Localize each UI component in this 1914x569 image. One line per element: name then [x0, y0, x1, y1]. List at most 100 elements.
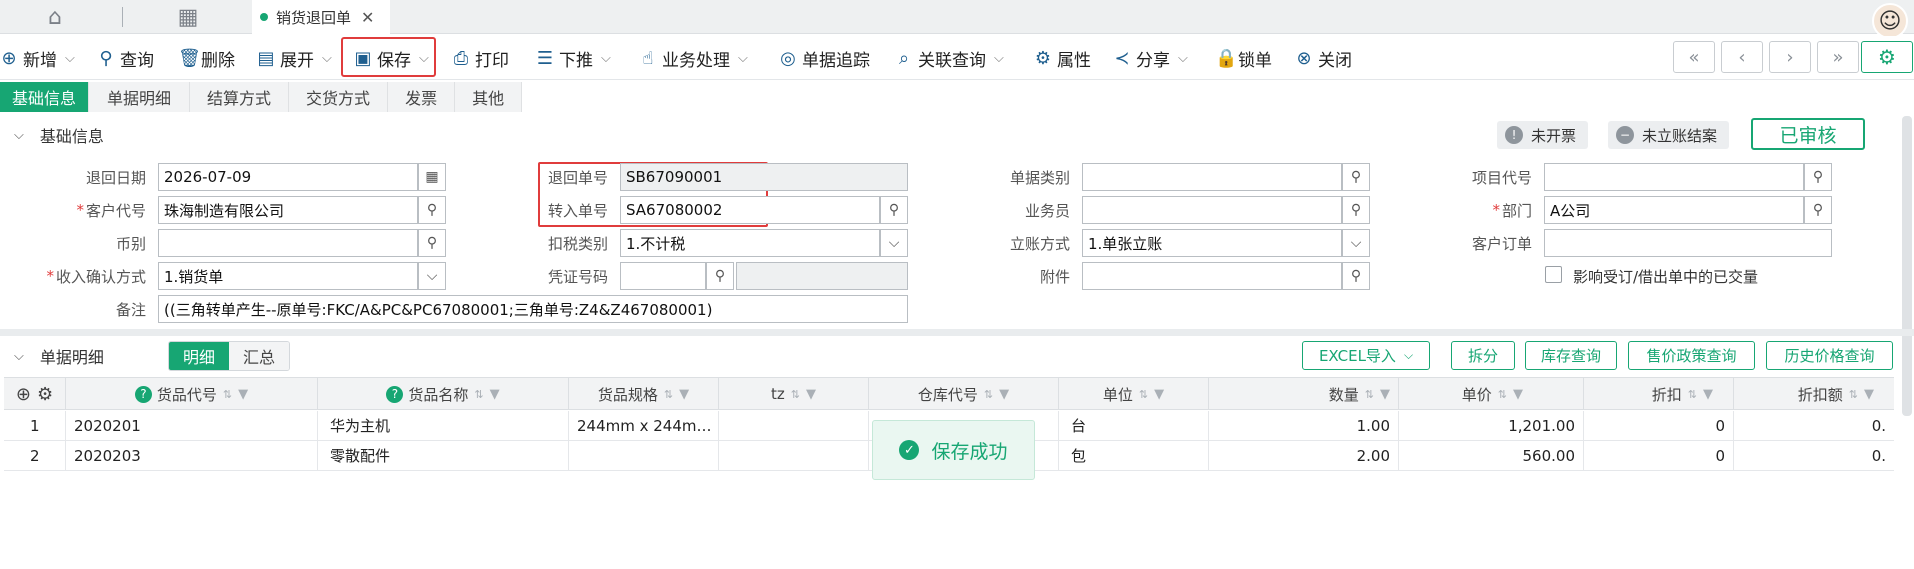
toggle-summary[interactable]: 汇总 [229, 342, 290, 370]
query-button[interactable]: ⚲ 查询 [97, 40, 154, 76]
cell-quantity[interactable]: 2.00 [1209, 441, 1399, 470]
help-icon[interactable]: ? [134, 385, 152, 403]
sort-icon[interactable]: ⇅ [984, 388, 993, 401]
close-button[interactable]: ⊗ 关闭 [1295, 40, 1352, 76]
search-icon[interactable]: ⚲ [418, 196, 446, 224]
lock-button[interactable]: 🔒 锁单 [1215, 40, 1272, 76]
sort-icon[interactable]: ⇅ [474, 388, 483, 401]
col-warehouse[interactable]: 仓库代号 ⇅ ▼ [869, 378, 1059, 410]
return-no-field[interactable]: SB67090001 [620, 163, 908, 191]
sort-icon[interactable]: ⇅ [664, 388, 673, 401]
chevron-down-icon[interactable]: ⌵ [419, 51, 429, 66]
col-quantity[interactable]: 数量 ⇅ ▼ [1209, 378, 1399, 410]
cell-goods-code[interactable]: 2020201 [66, 411, 318, 440]
cell-goods-name[interactable]: 零散配件 [318, 441, 569, 470]
subtab-delivery[interactable]: 交货方式 [289, 82, 389, 112]
prev-record-button[interactable]: ‹ [1721, 41, 1763, 73]
customer-code-field[interactable]: 珠海制造有限公司 [158, 196, 418, 224]
cell-goods-spec[interactable] [569, 441, 719, 470]
return-date-field[interactable]: 2026-07-09 [158, 163, 418, 191]
delete-button[interactable]: 🗑 删除 [178, 40, 235, 76]
print-button[interactable]: ⎙ 打印 [452, 40, 509, 76]
cell-discount[interactable]: 0 [1584, 441, 1734, 470]
push-button[interactable]: ☰ 下推 ⌵ [536, 40, 611, 76]
split-button[interactable]: 拆分 [1451, 341, 1515, 370]
filter-icon[interactable]: ▼ [806, 387, 816, 402]
related-query-button[interactable]: ⌕ 关联查询 ⌵ [895, 40, 1004, 76]
search-icon[interactable]: ⚲ [1804, 196, 1832, 224]
chevron-down-icon[interactable]: ⌵ [418, 262, 446, 290]
properties-button[interactable]: ⚙ 属性 [1034, 40, 1091, 76]
sort-icon[interactable]: ⇅ [1365, 388, 1374, 401]
income-confirm-select[interactable]: 1.销货单 [158, 262, 418, 290]
cell-unit[interactable]: 台 [1059, 411, 1209, 440]
voucher-no-field[interactable] [620, 262, 706, 290]
account-method-select[interactable]: 1.单张立账 [1082, 229, 1342, 257]
price-policy-button[interactable]: 售价政策查询 [1628, 341, 1755, 370]
search-icon[interactable]: ⚲ [418, 229, 446, 257]
col-goods-spec[interactable]: 货品规格 ⇅ ▼ [569, 378, 719, 410]
remark-field[interactable]: ((三角转单产生--原单号:FKC/A&PC&PC67080001;三角单号:Z… [158, 295, 908, 323]
filter-icon[interactable]: ▼ [1513, 387, 1523, 402]
transfer-no-field[interactable]: SA67080002 [620, 196, 880, 224]
col-discount-amount[interactable]: 折扣额 ⇅ ▼ [1734, 378, 1894, 410]
subtab-basic[interactable]: 基础信息 [0, 82, 90, 112]
trace-button[interactable]: ◎ 单据追踪 [779, 40, 870, 76]
sort-icon[interactable]: ⇅ [791, 388, 800, 401]
gear-icon[interactable]: ⚙ [37, 384, 53, 405]
tab-sales-return[interactable]: 销货退回单 ✕ [252, 0, 390, 34]
col-goods-name[interactable]: ? 货品名称 ⇅ ▼ [318, 378, 569, 410]
calendar-icon[interactable]: ▦ [418, 163, 446, 191]
subtab-settlement[interactable]: 结算方式 [190, 82, 290, 112]
business-button[interactable]: ☝ 业务处理 ⌵ [639, 40, 748, 76]
affect-quantity-checkbox[interactable] [1545, 266, 1562, 283]
cell-unit-price[interactable]: 560.00 [1399, 441, 1584, 470]
col-discount[interactable]: 折扣 ⇅ ▼ [1584, 378, 1734, 410]
chevron-down-icon[interactable]: ⌵ [994, 51, 1004, 66]
next-record-button[interactable]: › [1769, 41, 1811, 73]
chevron-down-icon[interactable]: ⌵ [1342, 229, 1370, 257]
currency-field[interactable] [158, 229, 418, 257]
filter-icon[interactable]: ▼ [238, 387, 248, 402]
subtab-detail[interactable]: 单据明细 [89, 82, 191, 112]
filter-icon[interactable]: ▼ [999, 387, 1009, 402]
search-icon[interactable]: ⚲ [880, 196, 908, 224]
chevron-down-icon[interactable]: ⌵ [14, 349, 24, 364]
cell-tz[interactable] [719, 441, 869, 470]
cell-discount[interactable]: 0 [1584, 411, 1734, 440]
expand-button[interactable]: ▤ 展开 ⌵ [257, 40, 331, 76]
sort-icon[interactable]: ⇅ [1498, 388, 1507, 401]
chevron-down-icon[interactable]: ⌵ [738, 51, 748, 66]
sort-icon[interactable]: ⇅ [1849, 388, 1858, 401]
sort-icon[interactable]: ⇅ [1139, 388, 1148, 401]
tax-type-select[interactable]: 1.不计税 [620, 229, 880, 257]
filter-icon[interactable]: ▼ [490, 387, 500, 402]
search-icon[interactable]: ⚲ [1342, 163, 1370, 191]
new-button[interactable]: ⊕ 新增 ⌵ [0, 40, 74, 76]
cell-goods-spec[interactable]: 244mm x 244m… [569, 411, 719, 440]
cell-discount-amount[interactable]: 0. [1734, 411, 1894, 440]
cell-goods-name[interactable]: 华为主机 [318, 411, 569, 440]
col-goods-code[interactable]: ? 货品代号 ⇅ ▼ [66, 378, 318, 410]
chevron-down-icon[interactable]: ⌵ [1178, 51, 1188, 66]
close-tab-icon[interactable]: ✕ [361, 8, 374, 27]
subtab-invoice[interactable]: 发票 [388, 82, 456, 112]
cell-goods-code[interactable]: 2020203 [66, 441, 318, 470]
cell-tz[interactable] [719, 411, 869, 440]
first-record-button[interactable]: « [1673, 41, 1715, 73]
toggle-detail[interactable]: 明细 [169, 342, 230, 370]
settings-button[interactable]: ⚙ [1861, 41, 1913, 73]
cell-unit[interactable]: 包 [1059, 441, 1209, 470]
apps-tab[interactable]: ▦ [132, 0, 244, 34]
attachment-field[interactable] [1082, 262, 1342, 290]
search-icon[interactable]: ⚲ [1342, 196, 1370, 224]
vertical-scrollbar[interactable] [1902, 116, 1912, 416]
share-button[interactable]: ≺ 分享 ⌵ [1113, 40, 1188, 76]
subtab-other[interactable]: 其他 [455, 82, 523, 112]
doc-type-field[interactable] [1082, 163, 1342, 191]
filter-icon[interactable]: ▼ [1703, 387, 1713, 402]
save-button[interactable]: ▣ 保存 ⌵ [354, 40, 429, 76]
col-unit-price[interactable]: 单价 ⇅ ▼ [1399, 378, 1584, 410]
sort-icon[interactable]: ⇅ [223, 388, 232, 401]
sort-icon[interactable]: ⇅ [1688, 388, 1697, 401]
